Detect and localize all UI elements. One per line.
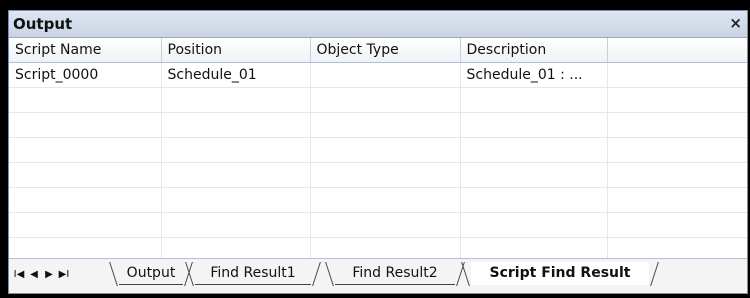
close-icon[interactable]: × bbox=[729, 14, 742, 32]
grid-header-row: Script Name Position Object Type Descrip… bbox=[9, 38, 747, 63]
next-tab-icon[interactable]: ▶ bbox=[43, 269, 55, 280]
cell-filler bbox=[607, 62, 747, 88]
panel-title: Output bbox=[13, 15, 73, 33]
cell-object-type bbox=[310, 62, 461, 88]
tab-output[interactable]: Output bbox=[119, 262, 183, 285]
previous-tab-icon[interactable]: ◀ bbox=[28, 269, 40, 280]
column-header-script-name[interactable]: Script Name bbox=[9, 38, 162, 63]
table-row bbox=[9, 87, 747, 113]
panel-titlebar: Output × bbox=[9, 11, 747, 38]
table-row bbox=[9, 137, 747, 163]
output-panel: Output × Script Name Position Object Typ… bbox=[8, 10, 748, 294]
table-row bbox=[9, 212, 747, 238]
cell-description: Schedule_01 : ... bbox=[460, 62, 608, 88]
tab-find-result2[interactable]: Find Result2 bbox=[335, 262, 455, 285]
tab-find-result1[interactable]: Find Result1 bbox=[195, 262, 311, 285]
column-header-filler bbox=[607, 38, 747, 63]
results-grid: Script Name Position Object Type Descrip… bbox=[9, 38, 747, 260]
table-row bbox=[9, 162, 747, 188]
column-header-description[interactable]: Description bbox=[460, 38, 608, 63]
cell-position: Schedule_01 bbox=[161, 62, 311, 88]
tab-navigation: I◀ ◀ ▶ ▶I bbox=[13, 269, 70, 280]
cell-script-name: Script_0000 bbox=[9, 62, 162, 88]
first-tab-icon[interactable]: I◀ bbox=[13, 269, 25, 280]
table-row bbox=[9, 112, 747, 138]
column-header-position[interactable]: Position bbox=[161, 38, 311, 63]
table-row bbox=[9, 237, 747, 260]
tab-script-find-result[interactable]: Script Find Result bbox=[471, 262, 649, 285]
tab-bar: I◀ ◀ ▶ ▶I Output Find Result1 Find Resul… bbox=[9, 258, 747, 293]
column-header-object-type[interactable]: Object Type bbox=[310, 38, 461, 63]
table-row bbox=[9, 187, 747, 213]
last-tab-icon[interactable]: ▶I bbox=[58, 269, 70, 280]
table-row[interactable]: Script_0000 Schedule_01 Schedule_01 : ..… bbox=[9, 62, 747, 88]
